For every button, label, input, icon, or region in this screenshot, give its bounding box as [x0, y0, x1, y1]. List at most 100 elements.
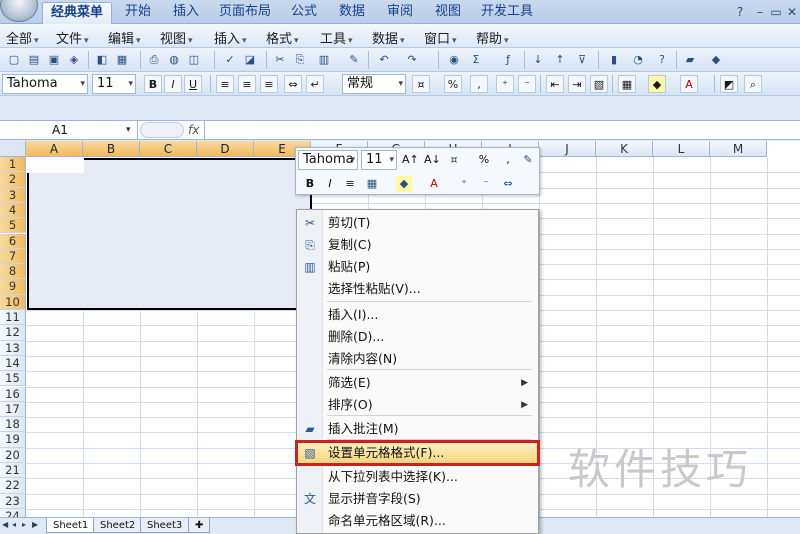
select-all-corner[interactable]: [0, 141, 26, 157]
formula-expand-control[interactable]: [140, 122, 184, 138]
format-painter-icon[interactable]: ✎: [520, 152, 536, 168]
mini-font-size-combo[interactable]: 11 ▾: [361, 150, 397, 170]
grow-font-icon[interactable]: A↑: [402, 152, 419, 168]
row-header[interactable]: 8: [0, 264, 26, 280]
row-header[interactable]: 4: [0, 202, 26, 219]
comma-button[interactable]: ,: [470, 75, 488, 93]
redo-icon[interactable]: ↷: [404, 52, 420, 68]
menu-window[interactable]: 窗口 ▾: [424, 28, 457, 47]
row-header[interactable]: 6: [0, 233, 26, 249]
context-menu-item[interactable]: ▰ 插入批注(M): [297, 418, 538, 440]
format-painter-icon[interactable]: ✎: [346, 52, 362, 68]
context-menu-item[interactable]: 命名单元格区域(R)...: [297, 510, 538, 532]
context-menu-item[interactable]: ⎘ 复制(C): [297, 234, 538, 256]
help-icon[interactable]: ?: [732, 4, 748, 20]
open-icon[interactable]: ▤: [26, 52, 42, 68]
fill-color-icon[interactable]: ◆: [648, 75, 666, 93]
print-preview-icon[interactable]: ▦: [114, 52, 130, 68]
borders-icon[interactable]: ▦: [618, 75, 636, 93]
context-menu-item[interactable]: ▥ 粘贴(P): [297, 256, 538, 278]
permission-icon[interactable]: ◈: [66, 52, 82, 68]
row-header[interactable]: 22: [0, 478, 26, 494]
increase-decimal-icon[interactable]: ⁺: [496, 75, 514, 93]
column-header[interactable]: J: [539, 141, 596, 157]
copy-icon[interactable]: ⎘: [292, 52, 308, 68]
next-sheet-icon[interactable]: ▸: [22, 520, 32, 529]
research-book-icon[interactable]: ◪: [242, 52, 258, 68]
tab-home[interactable]: 开始: [118, 2, 158, 24]
mini-italic-button[interactable]: I: [322, 176, 338, 192]
decrease-indent-icon[interactable]: ⇤: [546, 75, 564, 93]
percent-button[interactable]: %: [444, 75, 462, 93]
tab-data[interactable]: 数据: [332, 2, 372, 24]
row-header[interactable]: 7: [0, 248, 26, 265]
autosum-icon[interactable]: Σ: [468, 52, 484, 68]
merge-center-icon[interactable]: ⇔: [284, 75, 302, 93]
row-header[interactable]: 11: [0, 310, 26, 326]
mini-bold-button[interactable]: B: [302, 176, 318, 192]
cut-icon[interactable]: ✂: [272, 52, 288, 68]
column-header[interactable]: A: [26, 141, 83, 157]
font-size-combo[interactable]: 11 ▾: [92, 74, 136, 94]
currency-icon[interactable]: ¤: [446, 152, 462, 168]
context-menu-item[interactable]: 清除内容(N): [297, 348, 538, 370]
folder-icon[interactable]: ▰: [682, 52, 698, 68]
formula-input[interactable]: [204, 121, 800, 139]
row-header[interactable]: 3: [0, 187, 26, 203]
font-color-icon[interactable]: A: [426, 176, 442, 192]
align-right-icon[interactable]: ≡: [260, 75, 278, 93]
italic-button[interactable]: I: [164, 75, 182, 93]
filter-icon[interactable]: ⊽: [574, 52, 590, 68]
align-center-icon[interactable]: ≡: [238, 75, 256, 93]
borders-icon[interactable]: ▦: [364, 176, 380, 192]
mini-comma-button[interactable]: ,: [500, 152, 516, 168]
sheet-tab-sheet3[interactable]: Sheet3: [140, 518, 190, 533]
context-menu-item[interactable]: 筛选(E) ▶: [297, 372, 538, 394]
function-icon[interactable]: fx: [188, 121, 204, 139]
tab-insert[interactable]: 插入: [166, 2, 206, 24]
merge-center-icon[interactable]: ⇔: [500, 176, 516, 192]
align-center-icon[interactable]: ≡: [342, 176, 358, 192]
menu-help[interactable]: 帮助 ▾: [476, 28, 509, 47]
mini-percent-button[interactable]: %: [476, 152, 492, 168]
office-button[interactable]: [0, 0, 38, 22]
help-toolbar-icon[interactable]: ?: [654, 52, 670, 68]
decrease-decimal-icon[interactable]: ⁻: [518, 75, 536, 93]
tab-developer[interactable]: 开发工具: [478, 2, 536, 24]
menu-view[interactable]: 视图 ▾: [160, 28, 193, 47]
fill-color-icon[interactable]: ◆: [396, 176, 412, 192]
increase-indent-icon[interactable]: ⇥: [568, 75, 586, 93]
context-menu-item[interactable]: 选择性粘贴(V)...: [297, 278, 538, 300]
name-box[interactable]: A1: [0, 121, 138, 139]
row-header[interactable]: 21: [0, 463, 26, 479]
insert-sheet-icon[interactable]: ✚: [188, 518, 210, 533]
mini-font-name-combo[interactable]: Tahoma ▾: [298, 150, 358, 170]
row-header[interactable]: 24: [0, 508, 26, 517]
context-menu-item[interactable]: 文显示拼音字段(S): [297, 488, 538, 510]
row-header[interactable]: 16: [0, 386, 26, 402]
menu-data[interactable]: 数据 ▾: [372, 28, 405, 47]
column-header[interactable]: M: [710, 141, 767, 157]
wrap-text-icon[interactable]: ↵: [306, 75, 324, 93]
row-header[interactable]: 14: [0, 355, 26, 372]
menu-tools[interactable]: 工具 ▾: [320, 28, 353, 47]
shrink-font-icon[interactable]: A↓: [424, 152, 441, 168]
row-header[interactable]: 23: [0, 493, 26, 509]
drawing-icon[interactable]: ◔: [630, 52, 646, 68]
decrease-decimal-icon[interactable]: ⁻: [478, 176, 494, 192]
row-header[interactable]: 12: [0, 325, 26, 341]
function-icon[interactable]: ƒ: [500, 52, 516, 68]
underline-button[interactable]: U: [184, 75, 202, 93]
print-icon[interactable]: ⎙: [146, 52, 162, 68]
menu-file[interactable]: 文件 ▾: [56, 28, 89, 47]
tab-classic-menu[interactable]: 经典菜单: [42, 2, 112, 24]
tab-page-layout[interactable]: 页面布局: [214, 2, 276, 24]
cell-selection-range[interactable]: [27, 158, 312, 310]
zoom-icon[interactable]: ⌕: [744, 75, 762, 93]
new-icon[interactable]: ▢: [6, 52, 22, 68]
save-icon[interactable]: ▣: [46, 52, 62, 68]
cell-styles-icon[interactable]: ◩: [720, 75, 738, 93]
column-header[interactable]: D: [197, 141, 254, 157]
column-header[interactable]: K: [596, 141, 653, 157]
chart-icon[interactable]: ▮: [606, 52, 622, 68]
